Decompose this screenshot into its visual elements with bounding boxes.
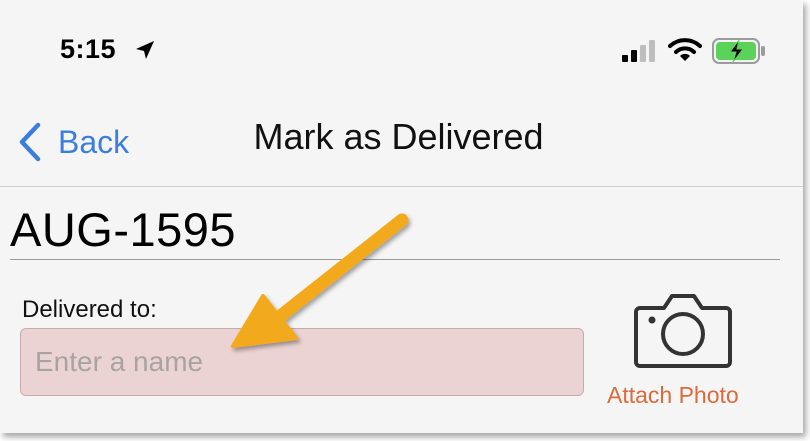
battery-charging-icon	[712, 38, 765, 64]
delivered-to-name-input[interactable]	[20, 328, 584, 396]
nav-divider	[0, 186, 803, 187]
cellular-signal-icon	[622, 40, 655, 62]
page-title: Mark as Delivered	[0, 116, 803, 158]
phone-screen: 5:15 Back Mark as Delivered AUG-1595 Del…	[0, 0, 803, 433]
attach-photo-button[interactable]: Attach Photo	[607, 382, 739, 409]
camera-icon[interactable]	[634, 290, 732, 370]
order-id: AUG-1595	[10, 203, 237, 256]
location-arrow-icon	[136, 41, 154, 59]
wifi-icon	[668, 38, 702, 61]
order-id-underline	[10, 259, 780, 260]
delivered-to-label: Delivered to:	[22, 296, 157, 323]
status-time: 5:15	[60, 34, 117, 64]
page-title-text: Mark as Delivered	[253, 116, 544, 157]
